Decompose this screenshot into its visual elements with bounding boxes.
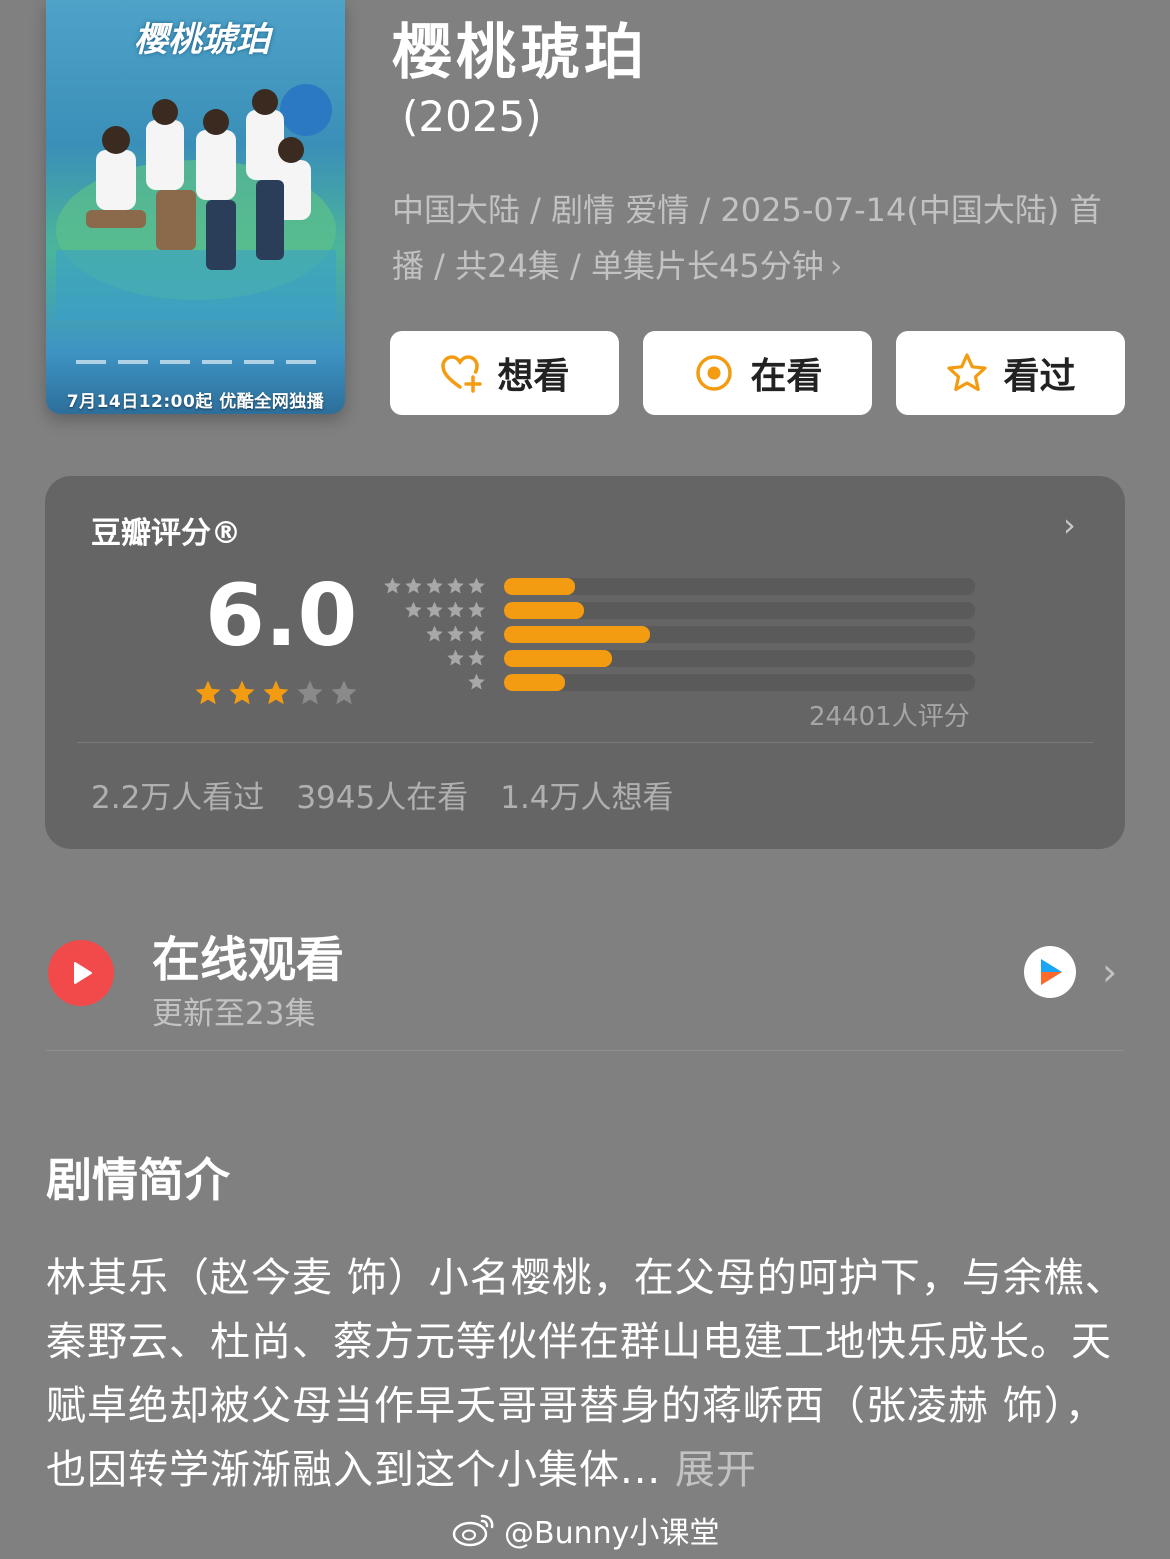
star-small-icon: [468, 649, 485, 666]
distribution-bar: [504, 674, 566, 691]
chevron-right-icon[interactable]: ›: [1102, 950, 1117, 994]
target-icon: [696, 355, 733, 391]
star-filled-icon: [229, 680, 255, 705]
distribution-row-4-star: [383, 601, 975, 619]
distribution-track: [504, 578, 975, 595]
star-small-icon: [447, 649, 464, 666]
rating-votes: 24401人评分: [809, 702, 970, 732]
star-filled-icon: [195, 680, 221, 705]
chevron-right-icon: ›: [829, 247, 843, 285]
distribution-row-5-star: [383, 577, 975, 595]
chevron-right-icon: ›: [1063, 506, 1076, 544]
divider: [46, 1050, 1124, 1051]
star-small-icon: [405, 601, 422, 618]
distribution-track: [504, 674, 975, 691]
watermark-text: @Bunny小课堂: [504, 1516, 720, 1551]
rating-score: 6.0: [205, 566, 358, 666]
show-title: 樱桃琥珀: [392, 18, 648, 88]
synopsis-text: 林其乐（赵今麦 饰）小名樱桃，在父母的呵护下，与余樵、秦野云、杜尚、蔡方元等伙伴…: [46, 1246, 1126, 1502]
weibo-icon: [452, 1514, 494, 1547]
poster-banner: 7月14日12:00起 优酷全网独播: [66, 392, 325, 412]
divider: [77, 742, 1093, 743]
distribution-row-1-star: [383, 673, 975, 691]
rating-card[interactable]: 豆瓣评分® › 6.0 24401人评分 2.2万人看过 3945人在看 1.4…: [45, 476, 1125, 849]
stat-want: 1.4万人想看: [500, 780, 674, 816]
distribution-bar: [504, 578, 575, 595]
rating-stars: [193, 678, 359, 708]
distribution-bar: [504, 626, 650, 643]
play-icon[interactable]: [48, 940, 114, 1006]
star-small-icon: [468, 577, 485, 594]
watched-button[interactable]: 看过: [896, 331, 1125, 415]
distribution-row-3-star: [383, 625, 975, 643]
want-button[interactable]: 想看: [390, 331, 619, 415]
watched-label: 看过: [1003, 356, 1076, 397]
star-empty-icon: [297, 680, 323, 705]
watermark: @Bunny小课堂: [452, 1508, 719, 1552]
distribution-bar: [504, 650, 613, 667]
star-small-icon: [426, 601, 443, 618]
youku-logo-icon[interactable]: [1024, 946, 1076, 998]
watching-button[interactable]: 在看: [643, 331, 872, 415]
online-watch-title[interactable]: 在线观看: [152, 920, 344, 990]
star-small-icon: [447, 601, 464, 618]
star-outline-icon: [947, 353, 988, 392]
star-small-icon: [447, 625, 464, 642]
synopsis-body: 林其乐（赵今麦 饰）小名樱桃，在父母的呵护下，与余樵、秦野云、杜尚、蔡方元等伙伴…: [46, 1255, 1126, 1493]
watching-label: 在看: [750, 356, 823, 397]
star-small-icon: [468, 601, 485, 618]
show-year: (2025): [402, 92, 542, 141]
star-small-icon: [384, 577, 401, 594]
synopsis-heading: 剧情简介: [46, 1153, 230, 1207]
rating-stats: 2.2万人看过 3945人在看 1.4万人想看: [91, 772, 674, 817]
distribution-track: [504, 602, 975, 619]
star-small-icon: [468, 673, 485, 690]
distribution-row-2-star: [383, 649, 975, 667]
heart-plus-icon: [441, 355, 483, 393]
want-label: 想看: [497, 356, 570, 397]
distribution-track: [504, 626, 975, 643]
poster-credits: [70, 352, 330, 378]
distribution-bar: [504, 602, 585, 619]
stat-watched: 2.2万人看过: [91, 780, 265, 816]
show-meta-text: 中国大陆 / 剧情 爱情 / 2025-07-14(中国大陆) 首播 / 共24…: [392, 191, 1102, 285]
star-small-icon: [447, 577, 464, 594]
expand-link[interactable]: 展开: [675, 1447, 757, 1493]
star-small-icon: [426, 577, 443, 594]
poster-image[interactable]: 樱桃琥珀 7月14日12:00起 优酷全网独播: [46, 0, 345, 414]
poster-title-art: 樱桃琥珀: [134, 20, 270, 60]
online-watch-subtitle: 更新至23集: [152, 996, 316, 1032]
star-empty-icon: [331, 680, 357, 705]
show-meta[interactable]: 中国大陆 / 剧情 爱情 / 2025-07-14(中国大陆) 首播 / 共24…: [392, 182, 1122, 294]
poster-illustration: [56, 84, 336, 320]
rating-label: 豆瓣评分®: [91, 516, 241, 551]
star-filled-icon: [263, 680, 289, 705]
star-small-icon: [405, 577, 422, 594]
stat-watching: 3945人在看: [296, 780, 469, 816]
star-small-icon: [426, 625, 443, 642]
distribution-track: [504, 650, 975, 667]
star-small-icon: [468, 625, 485, 642]
